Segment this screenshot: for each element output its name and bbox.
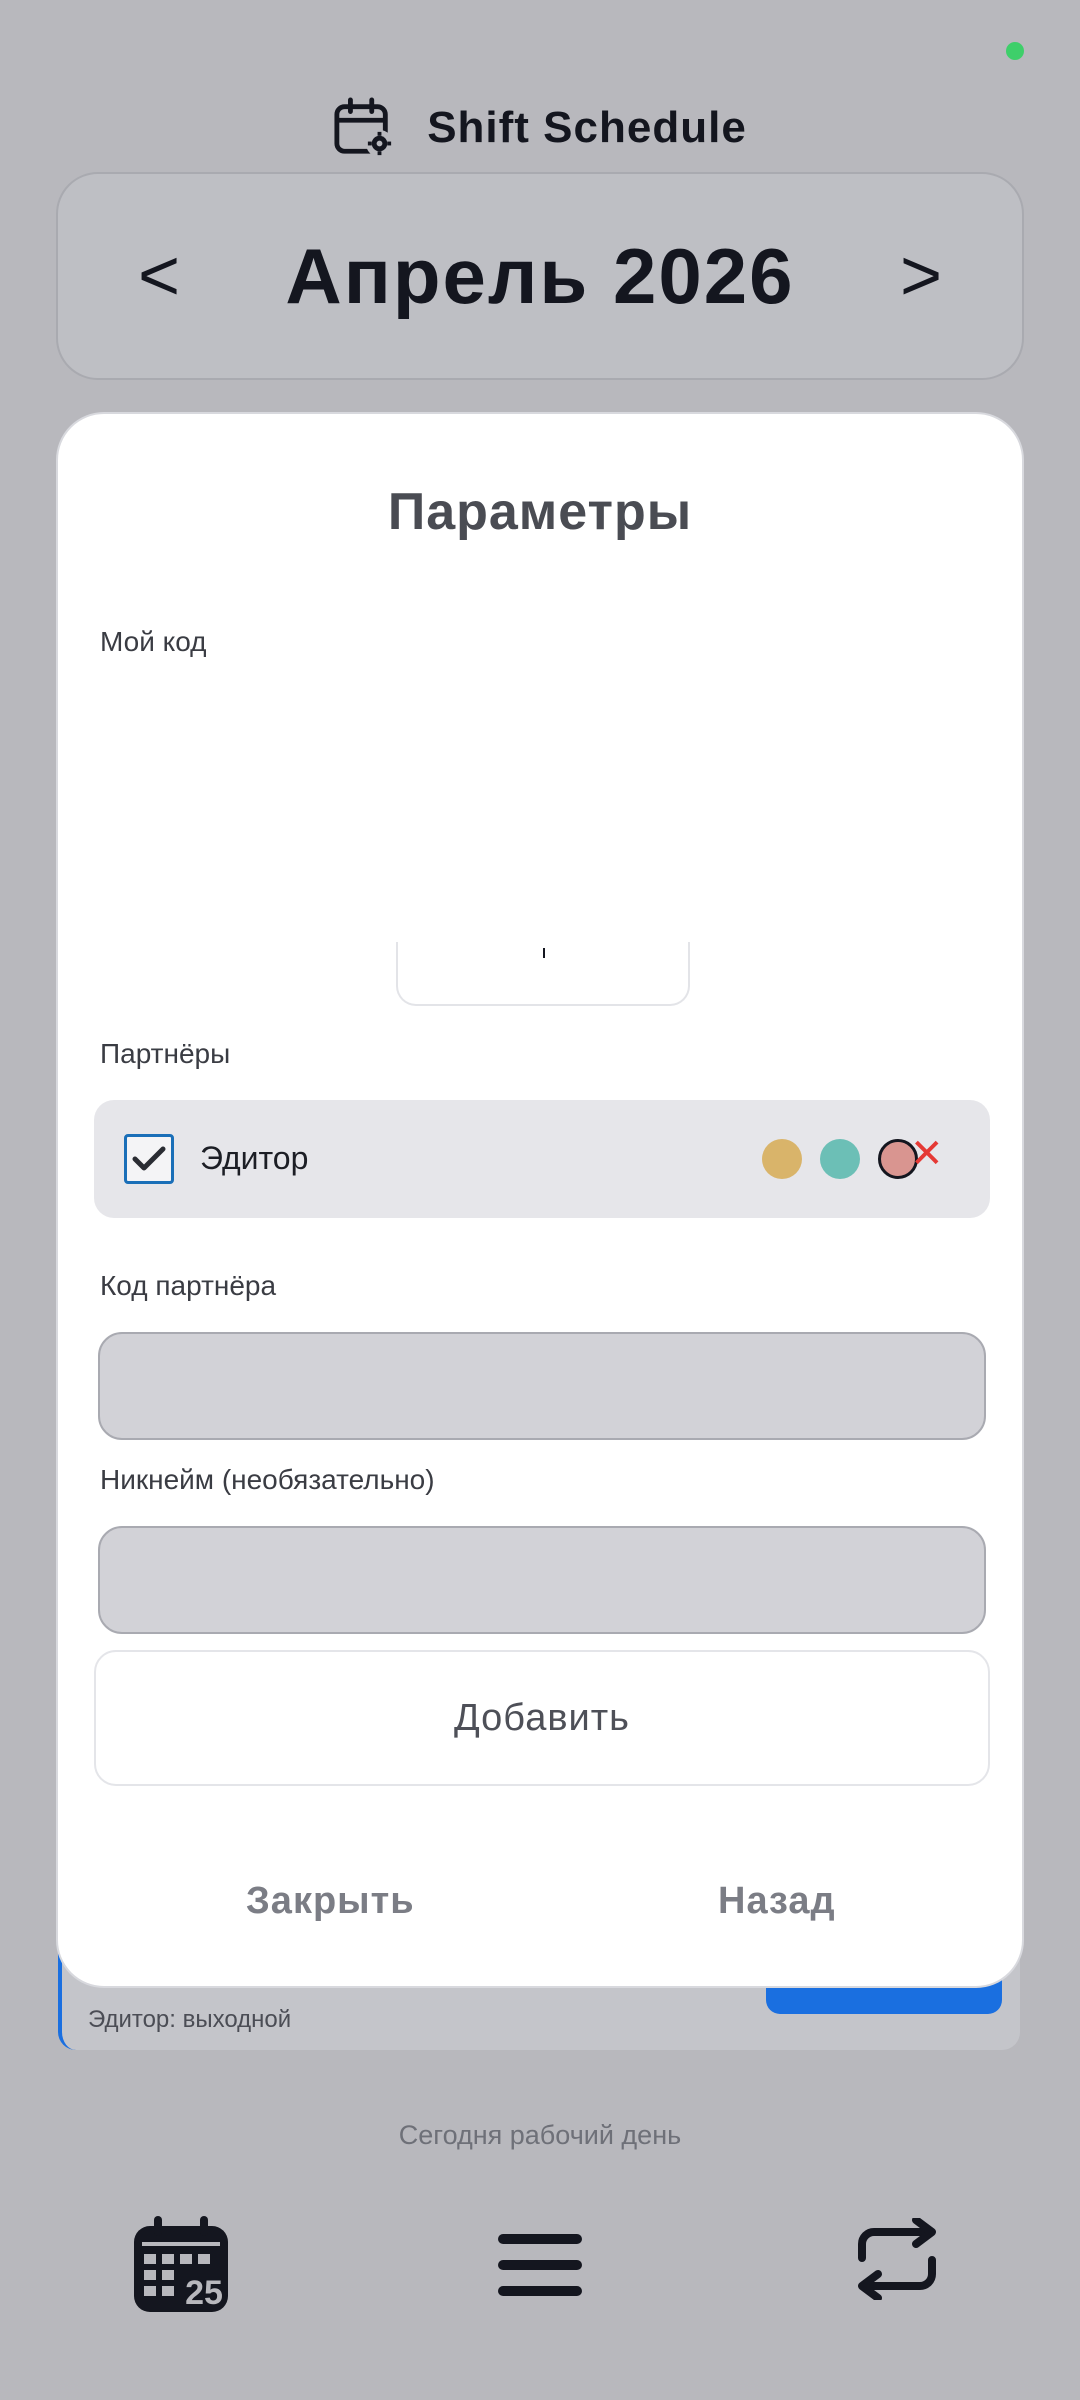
close-button[interactable]: Закрыть (246, 1880, 415, 1923)
menu-icon (498, 2234, 582, 2296)
add-partner-button[interactable]: Добавить (94, 1650, 990, 1786)
status-indicator (1006, 42, 1024, 60)
calendar-gear-icon (334, 97, 394, 158)
today-status-text: Сегодня рабочий день (398, 2120, 682, 2150)
nickname-input[interactable] (98, 1526, 986, 1634)
nickname-label: Никнейм (необязательно) (100, 1464, 435, 1495)
month-title: Апрель 2026 (285, 231, 795, 320)
next-month-button[interactable]: > (900, 240, 942, 312)
my-code-display (396, 942, 690, 1006)
sync-icon (858, 2216, 936, 2302)
partner-code-input[interactable] (98, 1332, 986, 1440)
calendar-25-icon: 25 (134, 2216, 228, 2312)
sync-nav-button[interactable] (848, 2216, 946, 2305)
partner-row: Эдитор ✕ (94, 1100, 990, 1218)
partner-status-text: Эдитор: выходной (88, 2006, 292, 2033)
back-button[interactable]: Назад (718, 1880, 836, 1923)
checkmark-icon (132, 1146, 166, 1171)
partner-checkbox[interactable] (124, 1134, 174, 1184)
settings-dialog: Параметры Мой код Партнёры Эдитор ✕ Код … (56, 412, 1024, 1988)
calendar-nav-button[interactable]: 25 (128, 2212, 234, 2323)
app-header: Shift Schedule (0, 88, 1080, 168)
bottom-navigation: 25 (0, 2200, 1080, 2340)
app-title: Shift Schedule (427, 103, 747, 152)
partner-name: Эдитор (200, 1140, 309, 1176)
color-option-yellow[interactable] (762, 1139, 802, 1179)
remove-partner-button[interactable]: ✕ (910, 1134, 944, 1174)
calendar-day-number: 25 (185, 2274, 223, 2312)
my-code-label: Мой код (100, 626, 207, 657)
menu-nav-button[interactable] (496, 2230, 584, 2305)
partner-code-label: Код партнёра (100, 1270, 277, 1301)
prev-month-button[interactable]: < (138, 240, 180, 312)
color-option-teal[interactable] (820, 1139, 860, 1179)
dialog-title: Параметры (387, 483, 693, 541)
partners-label: Партнёры (100, 1038, 231, 1069)
month-navigator: < Апрель 2026 > (56, 172, 1024, 380)
